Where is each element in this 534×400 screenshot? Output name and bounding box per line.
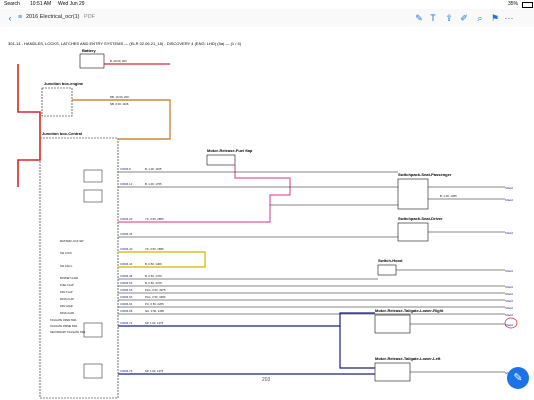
wire-code: RB, 10.00, 200	[110, 95, 129, 99]
pin-label: MASTER LOCK SW	[60, 239, 84, 243]
brush-icon[interactable]: ✎	[413, 12, 425, 24]
pin-label: PASS AJAR	[60, 311, 74, 315]
terminal-label: Shield	[505, 313, 513, 317]
wire-code: YK, 0.50, 2855	[145, 217, 164, 221]
terminal-label: Shield	[505, 292, 513, 296]
terminal-label: Shield	[505, 285, 513, 289]
connector-label: C0006-68	[120, 309, 133, 313]
fuel-motor-label: Motor-Release-Fuel flap	[207, 148, 253, 153]
switch-passenger-label: Switchpack-Seat-Passenger	[398, 172, 452, 177]
carrier-label: Search	[4, 1, 20, 7]
connector-label: C0006-72	[120, 321, 133, 325]
edit-fab-button[interactable]: ✎	[507, 367, 529, 389]
status-bar: Search 10:51 AM Wed Jun 29 35%	[0, 0, 534, 9]
wire-code: YK, 0.50, 1895	[145, 247, 164, 251]
connector-label: C0006-64	[120, 302, 133, 306]
connector-label: C0006-20	[120, 217, 133, 221]
wire-code: B, 0.50, 3475	[145, 281, 162, 285]
wire-code: B, 40.00, 200	[110, 59, 127, 63]
more-icon[interactable]: ⋯	[503, 12, 515, 24]
list-icon[interactable]: ≡	[14, 12, 26, 24]
pin-label: TAILGATE OPEN SW1	[50, 318, 77, 322]
date-label: Wed Jun 29	[58, 1, 85, 7]
wire-navy-3	[339, 326, 375, 369]
page-number: 203	[262, 377, 271, 383]
terminal-label: Shield	[505, 323, 513, 327]
terminal-label: Shield	[505, 269, 513, 273]
pin-label: FUEL FLAP	[60, 283, 74, 287]
connector-label: C0006-12	[120, 182, 133, 186]
connector-label: C0006-76	[120, 369, 133, 373]
wiring-diagram: Battery Junction box-engine Junction box…	[17, 48, 518, 399]
jbe-label: Junction box-engine	[44, 81, 84, 86]
pin-label: SW CAN L	[60, 264, 73, 268]
wire-code: B, 0.50, 1466	[145, 262, 162, 266]
pin-label: DRV AJAR	[60, 304, 73, 308]
connector-label: C0006-40	[120, 247, 133, 251]
battery-label: 35%	[508, 1, 519, 7]
document-type: PDF	[84, 14, 96, 20]
pin-label: DRV FLAP	[60, 290, 73, 294]
wire-code: B, 0.50, 1479	[145, 274, 162, 278]
text-icon[interactable]: T	[427, 12, 439, 24]
time-label: 10:51 AM	[30, 1, 52, 7]
jbc-label: Junction box-Central	[42, 131, 82, 136]
wire-code: PLG, 0.50, 3480	[145, 295, 166, 299]
wire-code: NB, 6.00, 1106	[110, 102, 129, 106]
terminal-label: Shield	[505, 198, 513, 202]
pdf-page[interactable]: 301-14 - HANDLES, LOCKS, LATCHES AND ENT…	[0, 27, 534, 400]
wire-code: PLG, 0.50, 4075	[145, 288, 166, 292]
connector-label: C0006-52	[120, 281, 133, 285]
battery-label: Battery	[82, 48, 97, 53]
edit-icon[interactable]: ✐	[458, 12, 470, 24]
document-title-text: 2016 Electrical_ocr(1)	[26, 14, 80, 20]
connector-label: C0006-36	[120, 232, 133, 236]
toolbar: ‹ ≡ 2016 Electrical_ocr(1) PDF ✎ T ⇪ ✐ ⌕…	[0, 9, 534, 28]
connector-label: C0006-48	[120, 274, 133, 278]
switch-driver-label: Switchpack-Seat-Driver	[398, 216, 443, 221]
tailgate-left-label: Motor-Release-Tailgate-Lower-Left	[375, 356, 441, 361]
wire-code: SP, 1.00, 1475	[145, 321, 164, 325]
wire-code: B, 1.00, 1165	[145, 167, 162, 171]
wire-code: PU, 0.50, 2265	[145, 302, 164, 306]
wire-pink	[118, 165, 291, 223]
pin-label: PASS FLAP	[60, 297, 74, 301]
hood-switch-label: Switch-Hood	[378, 258, 403, 263]
wire-code: GU, 0.50, 1465	[145, 309, 164, 313]
search-icon[interactable]: ⌕	[474, 12, 486, 24]
connector-label: C0006-8	[120, 167, 131, 171]
connector-label: C0006-60	[120, 295, 133, 299]
terminal-label: Shield	[505, 306, 513, 310]
battery-icon	[522, 2, 533, 8]
connector-label: C0006-44	[120, 262, 133, 266]
wire-code: B, 1.00, 1355	[440, 194, 457, 198]
bookmark-icon[interactable]: ⚑	[489, 12, 501, 24]
pin-label: TAILGATE PRIME SW1	[50, 324, 78, 328]
pin-label: SW LOCK	[60, 251, 72, 255]
connector-label: C0006-56	[120, 288, 133, 292]
share-icon[interactable]: ⇪	[443, 12, 455, 24]
tailgate-right-label: Motor-Release-Tailgate-Lower-Right	[375, 308, 444, 313]
wire-code: B, 1.00, 1765	[145, 182, 162, 186]
terminal-label: Shield	[505, 299, 513, 303]
terminal-label: Shield	[505, 186, 513, 190]
document-title: 2016 Electrical_ocr(1) PDF	[26, 14, 95, 20]
pin-label: SECONDARY TAILGATE SW1	[50, 330, 86, 334]
pin-label: BONNET AJAR	[60, 276, 78, 280]
wire-red	[17, 64, 41, 187]
wire-code: SP, 1.00, 1475	[145, 369, 164, 373]
terminal-label: Shield	[505, 231, 513, 235]
